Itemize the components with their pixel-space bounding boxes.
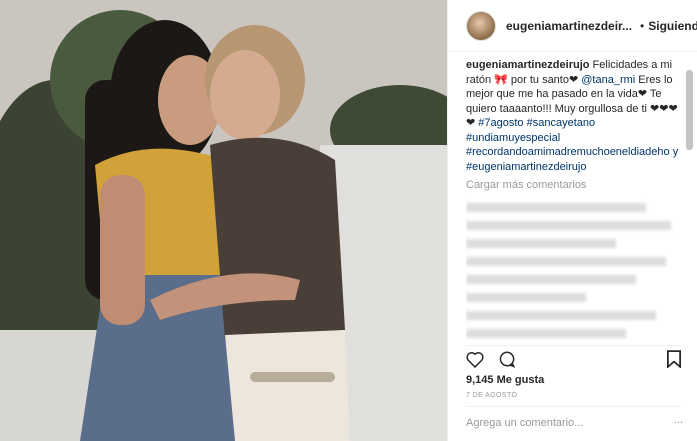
more-options-button[interactable]: ... <box>674 414 683 426</box>
avatar[interactable] <box>466 10 496 41</box>
separator-dot: • <box>640 18 645 33</box>
hashtag[interactable]: #sancayetano <box>527 117 596 129</box>
post-sidebar: eugeniamartinezdeir... • Siguiendo eugen… <box>447 0 697 441</box>
hashtag[interactable]: #undiamuyespecial <box>466 132 560 144</box>
heart-icon[interactable] <box>466 351 484 373</box>
hashtag[interactable]: #eugeniamartinezdeirujo <box>466 161 586 173</box>
caption-username[interactable]: eugeniamartinezdeirujo <box>466 59 589 71</box>
post-header: eugeniamartinezdeir... • Siguiendo <box>448 0 697 52</box>
photo-illustration <box>0 0 447 441</box>
comments-scrollbar[interactable] <box>685 58 694 340</box>
bookmark-icon[interactable] <box>667 350 681 373</box>
caption: eugeniamartinezdeirujo Felicidades a mi … <box>466 58 681 174</box>
action-bar <box>466 345 681 374</box>
comments-list: eugeniamartinezdeirujo Felicidades a mi … <box>466 58 681 340</box>
load-more-comments[interactable]: Cargar más comentarios <box>466 178 681 193</box>
likes-count[interactable]: 9,145 Me gusta <box>466 374 544 386</box>
caption-mention[interactable]: @tana_rmi <box>581 74 635 86</box>
following-button[interactable]: Siguiendo <box>648 19 697 33</box>
blurred-comments <box>466 202 681 338</box>
hashtag[interactable]: #7agosto <box>478 117 523 129</box>
hashtag[interactable]: #recordandoamimadremuchoeneldiadeho y <box>466 146 678 158</box>
post-date: 7 DE AGOSTO <box>466 392 518 399</box>
post-photo[interactable] <box>0 0 447 441</box>
header-username[interactable]: eugeniamartinezdeir... <box>506 19 632 33</box>
comment-icon[interactable] <box>498 350 516 373</box>
add-comment-input[interactable]: Agrega un comentario... <box>466 406 681 429</box>
instagram-post: eugeniamartinezdeir... • Siguiendo eugen… <box>0 0 697 441</box>
